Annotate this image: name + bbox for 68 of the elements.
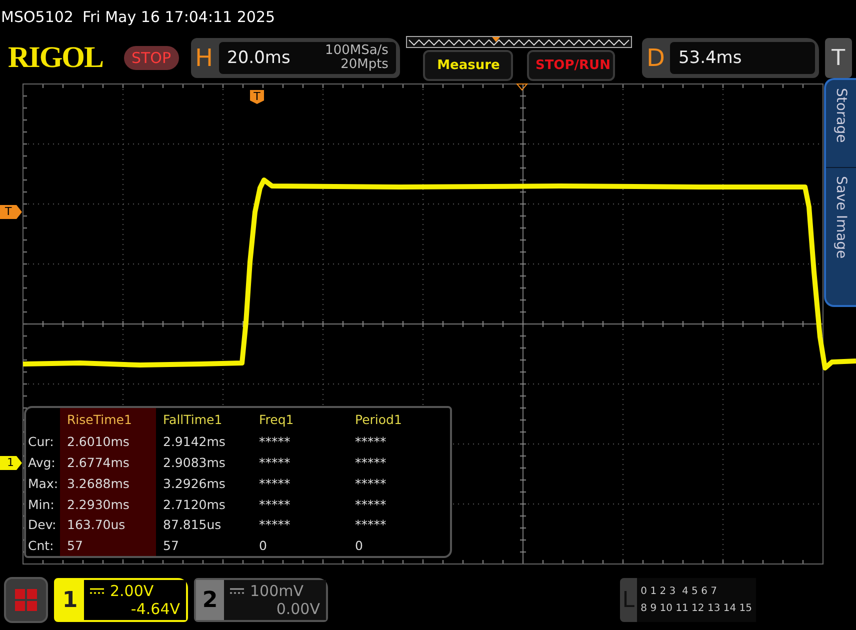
model-name: MSO5102 — [1, 8, 74, 26]
table-cell: 2.6010ms — [60, 431, 156, 452]
channel-panel[interactable]: 2 100mV 0.00V — [194, 578, 328, 622]
channel-marker[interactable]: 1 — [0, 456, 22, 470]
table-cell-text: 0 — [258, 537, 268, 556]
table-cell-text: 3.2926ms — [162, 474, 226, 493]
table-cell: 57 — [60, 535, 156, 556]
table-cell-text: 2.9142ms — [162, 433, 226, 452]
table-cell: 2.6774ms — [60, 452, 156, 473]
channel-number: 2 — [196, 580, 224, 620]
column-header[interactable]: RiseTime1 — [60, 408, 156, 432]
table-cell-text: 87.815us — [162, 516, 222, 534]
table-cell-text: ***** — [354, 474, 388, 493]
table-cell-text: 57 — [162, 537, 180, 556]
memory-depth: 20Mpts — [340, 58, 388, 72]
column-header[interactable]: FallTime1 — [156, 408, 252, 432]
side-tab[interactable]: Storage — [826, 80, 856, 151]
column-header[interactable]: Period1 — [348, 408, 444, 432]
channel-panel[interactable]: 1 2.00V -4.64V — [54, 578, 188, 622]
row-label: Avg: — [27, 455, 56, 470]
row-label: Min: — [27, 496, 56, 512]
table-cell-text: ***** — [258, 496, 292, 514]
row-label: Max: — [27, 476, 60, 491]
table-cell: 3.2688ms — [60, 472, 156, 494]
grid-icon — [14, 588, 38, 612]
horizontal-label: H — [195, 44, 214, 72]
column-header[interactable]: Freq1 — [252, 408, 348, 432]
horizontal-position-icon — [516, 84, 528, 91]
table-cell-text: ***** — [354, 496, 388, 514]
channel-scale: 2.00V — [110, 582, 154, 600]
measure-button[interactable]: Measure — [423, 50, 514, 80]
timebase-value: 20.0ms — [227, 48, 290, 68]
run-stop-button[interactable]: STOP/RUN — [527, 50, 616, 80]
row-label: Cnt: — [27, 538, 55, 554]
dc-coupling-icon — [230, 588, 244, 594]
touch-button[interactable]: T — [824, 38, 852, 78]
channel-scale: 100mV — [250, 582, 304, 600]
trigger-position-marker[interactable]: T — [250, 90, 264, 104]
logic-channels: 8 9 10 11 12 13 14 15 — [640, 602, 752, 616]
table-cell-text: ***** — [258, 474, 292, 493]
table-cell-text: ***** — [354, 516, 388, 534]
table-cell-text: ***** — [354, 433, 388, 452]
table-cell-text: ***** — [258, 516, 292, 534]
table-cell-text: 2.9083ms — [162, 454, 226, 472]
logic-channels: 0 1 2 3 4 5 6 7 — [640, 585, 718, 599]
channel-number: 1 — [61, 586, 79, 614]
table-cell: 2.2930ms — [60, 494, 156, 514]
side-tab[interactable]: Save Image — [826, 166, 856, 266]
channel-offset: 0.00V — [276, 600, 320, 618]
channel-offset: -4.64V — [130, 600, 180, 618]
horizontal-panel[interactable]: H 20.0ms 100MSa/s 20Mpts — [191, 38, 400, 78]
delay-label: D — [646, 44, 664, 72]
sample-rate: 100MSa/s — [325, 44, 388, 58]
dc-coupling-icon — [90, 588, 104, 594]
delay-value: 53.4ms — [678, 48, 742, 68]
table-cell-text: 2.7120ms — [162, 496, 226, 514]
table-cell: 163.70us — [60, 514, 156, 536]
menu-button[interactable] — [4, 577, 48, 623]
row-label: Cur: — [27, 434, 55, 450]
table-cell-text: 0 — [354, 537, 364, 556]
trigger-level-marker[interactable]: T — [0, 205, 22, 219]
table-cell-text: ***** — [354, 454, 388, 472]
table-cell-text: ***** — [258, 454, 292, 472]
date-time: Fri May 16 17:04:11 2025 — [82, 8, 276, 26]
table-cell-text: ***** — [258, 433, 292, 452]
delay-panel[interactable]: D 53.4ms — [642, 38, 819, 78]
brand-logo: RIGOL — [8, 41, 104, 75]
row-label: Dev: — [27, 517, 58, 532]
